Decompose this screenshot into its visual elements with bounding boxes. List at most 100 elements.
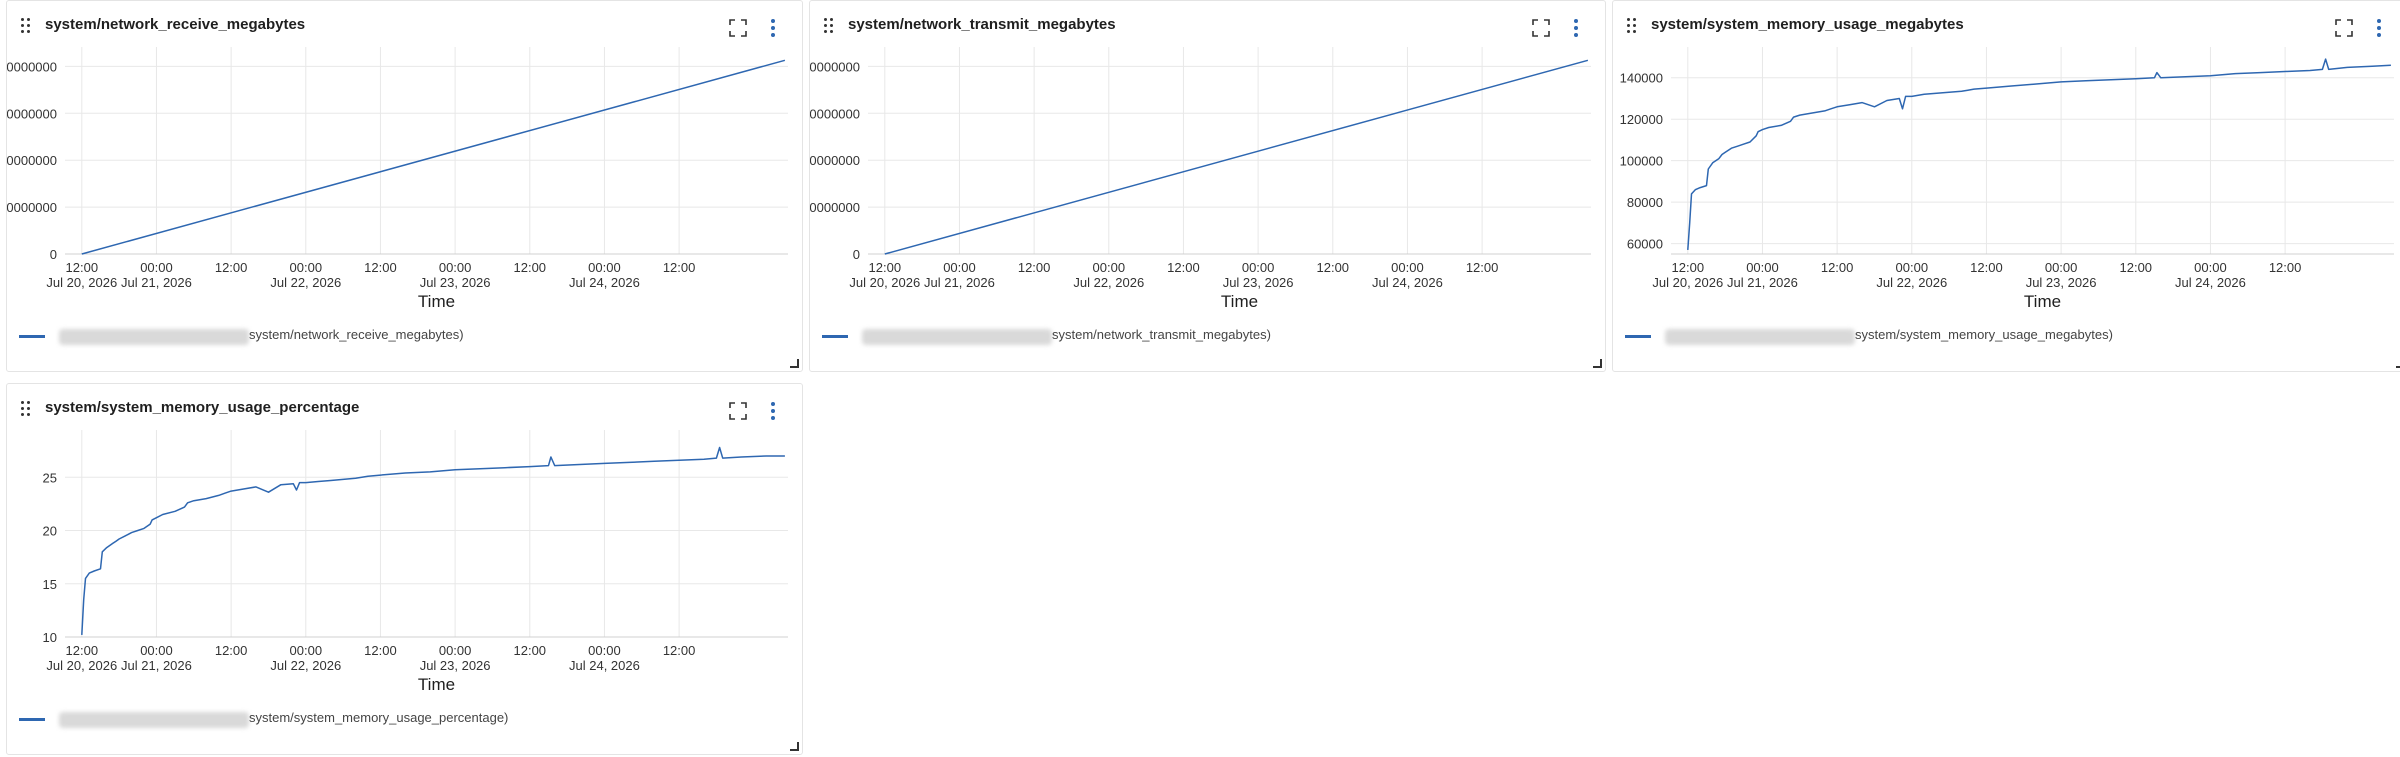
resize-handle[interactable]	[2396, 359, 2400, 368]
x-tick-label: 12:00	[215, 643, 248, 658]
y-tick-label: 0000000	[7, 200, 57, 215]
y-tick-label: 0000000	[810, 153, 860, 168]
chart-panel-memory-usage-percentage: system/system_memory_usage_percentage 12:…	[6, 383, 803, 755]
x-tick-label: 12:00 Jul 20, 2026	[46, 643, 117, 673]
x-axis-title: Time	[418, 675, 455, 694]
y-tick-label: 120000	[1620, 112, 1663, 127]
y-tick-label: 60000	[1627, 237, 1663, 252]
x-tick-label: 00:00 Jul 22, 2026	[270, 643, 341, 673]
panel-header: system/network_transmit_megabytes	[810, 1, 1605, 41]
x-tick-label: 12:00 Jul 20, 2026	[1652, 260, 1723, 290]
y-tick-label: 0000000	[7, 153, 57, 168]
legend-label: system/network_receive_megabytes)	[249, 327, 464, 342]
x-tick-label: 12:00	[514, 260, 547, 275]
x-tick-label: 12:00	[364, 643, 397, 658]
x-tick-label: 00:00 Jul 23, 2026	[420, 643, 491, 673]
resize-handle[interactable]	[790, 742, 799, 751]
chart-panel-network-transmit: system/network_transmit_megabytes 12:00 Ju…	[809, 0, 1606, 372]
x-tick-label: 12:00	[2269, 260, 2302, 275]
x-tick-label: 00:00 Jul 24, 2026	[2175, 260, 2246, 290]
y-tick-label: 100000	[1620, 154, 1663, 169]
panel-header: system/network_receive_megabytes	[7, 1, 802, 41]
panel-header: system/system_memory_usage_megabytes	[1613, 1, 2400, 41]
panel-title: system/network_receive_megabytes	[45, 16, 306, 33]
legend-swatch	[19, 335, 45, 338]
line-chart: 12:00 Jul 20, 202600:00 Jul 21, 2026 12:00 0…	[43, 430, 788, 694]
expand-icon[interactable]	[1532, 19, 1550, 37]
more-options-icon[interactable]	[1571, 19, 1581, 37]
y-tick-label: 80000	[1627, 195, 1663, 210]
x-tick-label: 12:00	[1970, 260, 2003, 275]
line-chart: 12:00 Jul 20, 202600:00 Jul 21, 2026 12:00 0…	[7, 47, 788, 311]
panel-title: system/network_transmit_megabytes	[848, 16, 1116, 33]
expand-icon[interactable]	[729, 402, 747, 420]
y-tick-label: 0000000	[810, 59, 860, 74]
x-tick-label: 00:00 Jul 22, 2026	[1876, 260, 1947, 290]
expand-icon[interactable]	[2335, 19, 2353, 37]
y-tick-label: 0000000	[810, 200, 860, 215]
y-tick-label: 10	[43, 630, 57, 645]
x-axis-title: Time	[418, 292, 455, 311]
y-tick-label: 0000000	[7, 59, 57, 74]
x-tick-label: 12:00	[1167, 260, 1200, 275]
resize-handle[interactable]	[790, 359, 799, 368]
panel-title: system/system_memory_usage_megabytes	[1651, 16, 1964, 33]
x-axis-title: Time	[2024, 292, 2061, 311]
more-options-icon[interactable]	[768, 19, 778, 37]
chart-panel-network-receive: system/network_receive_megabytes 12:00 Jul…	[6, 0, 803, 372]
chart-panel-memory-usage-megabytes: system/system_memory_usage_megabytes 12:0…	[1612, 0, 2400, 372]
x-tick-label: 12:00	[1466, 260, 1499, 275]
legend-label: system/system_memory_usage_percentage)	[249, 710, 509, 725]
y-tick-label: 20	[43, 524, 57, 539]
x-tick-label: 00:00 Jul 23, 2026	[1223, 260, 1294, 290]
drag-handle-icon[interactable]	[1627, 18, 1637, 34]
expand-icon[interactable]	[729, 19, 747, 37]
x-tick-label: 12:00	[663, 643, 696, 658]
x-tick-label: 12:00	[215, 260, 248, 275]
resize-handle[interactable]	[1593, 359, 1602, 368]
x-tick-label: 00:00 Jul 21, 2026	[924, 260, 995, 290]
legend-swatch	[822, 335, 848, 338]
x-tick-label: 12:00	[364, 260, 397, 275]
x-tick-label: 12:00	[663, 260, 696, 275]
line-chart: 12:00 Jul 20, 202600:00 Jul 21, 2026 12:00 0…	[1620, 47, 2394, 311]
y-tick-label: 140000	[1620, 71, 1663, 86]
x-tick-label: 00:00 Jul 23, 2026	[2026, 260, 2097, 290]
drag-handle-icon[interactable]	[21, 401, 31, 417]
x-tick-label: 12:00	[1317, 260, 1350, 275]
legend-swatch	[19, 718, 45, 721]
x-tick-label: 00:00 Jul 24, 2026	[569, 643, 640, 673]
more-options-icon[interactable]	[768, 402, 778, 420]
legend-redacted-run-name	[862, 329, 1052, 345]
panel-title: system/system_memory_usage_percentage	[45, 399, 360, 416]
x-tick-label: 00:00 Jul 21, 2026	[121, 643, 192, 673]
x-tick-label: 12:00	[2120, 260, 2153, 275]
y-tick-label: 15	[43, 577, 57, 592]
more-options-icon[interactable]	[2374, 19, 2384, 37]
drag-handle-icon[interactable]	[824, 18, 834, 34]
y-tick-label: 0000000	[810, 106, 860, 121]
x-tick-label: 12:00	[514, 643, 547, 658]
x-axis-title: Time	[1221, 292, 1258, 311]
x-tick-label: 00:00 Jul 23, 2026	[420, 260, 491, 290]
line-chart: 12:00 Jul 20, 202600:00 Jul 21, 2026 12:00 0…	[810, 47, 1591, 311]
panel-header: system/system_memory_usage_percentage	[7, 384, 802, 424]
x-tick-label: 12:00	[1018, 260, 1051, 275]
x-tick-label: 12:00 Jul 20, 2026	[46, 260, 117, 290]
x-tick-label: 00:00 Jul 21, 2026	[1727, 260, 1798, 290]
y-tick-label: 0	[50, 247, 57, 262]
x-tick-label: 00:00 Jul 22, 2026	[1073, 260, 1144, 290]
x-tick-label: 00:00 Jul 24, 2026	[569, 260, 640, 290]
drag-handle-icon[interactable]	[21, 18, 31, 34]
x-tick-label: 00:00 Jul 24, 2026	[1372, 260, 1443, 290]
y-tick-label: 0	[853, 247, 860, 262]
y-tick-label: 25	[43, 470, 57, 485]
legend-label: system/system_memory_usage_megabytes)	[1855, 327, 2113, 342]
y-tick-label: 0000000	[7, 106, 57, 121]
legend-redacted-run-name	[1665, 329, 1855, 345]
x-tick-label: 00:00 Jul 21, 2026	[121, 260, 192, 290]
legend-redacted-run-name	[59, 712, 249, 728]
x-tick-label: 12:00	[1821, 260, 1854, 275]
legend-redacted-run-name	[59, 329, 249, 345]
x-tick-label: 00:00 Jul 22, 2026	[270, 260, 341, 290]
